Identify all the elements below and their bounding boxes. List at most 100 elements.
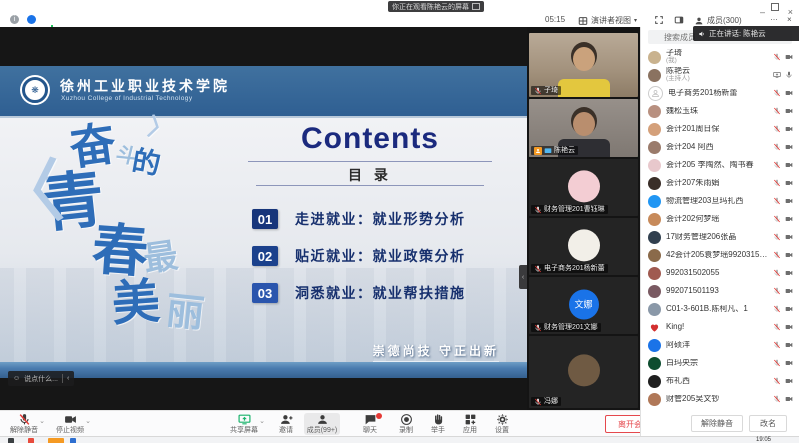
video-tile[interactable]: 陈艳云 (529, 99, 638, 157)
screen-icon[interactable] (773, 71, 781, 79)
member-row[interactable]: 白玛央宗 (641, 354, 799, 372)
member-row[interactable]: 子琦 (我) (641, 48, 799, 66)
members-count-header[interactable]: 成员(300) (694, 15, 742, 26)
windows-taskbar[interactable]: 19:05 (0, 436, 799, 443)
video-tile[interactable]: 文娜财务管理201文娜 (529, 277, 638, 334)
toolbar-item[interactable]: 共享屏幕 ⌄ (226, 413, 262, 435)
unpin-icon[interactable] (472, 3, 480, 10)
mic-off-icon[interactable] (773, 233, 781, 241)
mic-off-icon[interactable] (773, 125, 781, 133)
panel-more-button[interactable]: … (770, 13, 778, 22)
cam-icon[interactable] (785, 125, 793, 133)
member-row[interactable]: 电子商务201杨新蕾 (641, 84, 799, 102)
toolbar-item[interactable]: 举手 (420, 413, 456, 435)
cam-icon[interactable] (785, 251, 793, 259)
mic-off-icon[interactable] (773, 251, 781, 259)
fullscreen-icon[interactable] (654, 15, 664, 25)
member-row[interactable]: 魏松玉珠 (641, 102, 799, 120)
mic-off-icon[interactable] (773, 197, 781, 205)
video-tile[interactable]: 子琦 (529, 33, 638, 97)
cam-icon[interactable] (785, 269, 793, 277)
video-tile[interactable]: 冯娜 (529, 336, 638, 408)
mic-off-icon[interactable] (773, 89, 781, 97)
cam-icon[interactable] (785, 341, 793, 349)
cam-icon[interactable] (785, 305, 793, 313)
cam-icon[interactable] (785, 161, 793, 169)
mic-off-icon[interactable] (773, 143, 781, 151)
panel-close-button[interactable]: × (787, 15, 792, 24)
mic-icon[interactable] (785, 71, 793, 79)
mic-off-icon[interactable] (773, 215, 781, 223)
mic-off-icon[interactable] (773, 359, 781, 367)
toolbar-item[interactable]: 成员(99+) (304, 413, 340, 435)
quick-chat-pill[interactable]: ☺ 说点什么... ‹ (8, 371, 74, 386)
cam-icon[interactable] (785, 359, 793, 367)
chevron-up-icon[interactable]: ⌄ (85, 417, 91, 425)
mic-off-icon[interactable] (773, 341, 781, 349)
cam-icon[interactable] (785, 53, 793, 61)
cam-icon[interactable] (785, 233, 793, 241)
emoji-icon[interactable]: ☺ (13, 375, 20, 382)
member-row[interactable]: King! (641, 318, 799, 336)
cam-icon[interactable] (785, 179, 793, 187)
toolbar-item[interactable]: 邀请 (268, 413, 304, 435)
video-tile[interactable]: 电子商务201杨新蕾 (529, 218, 638, 275)
view-mode-selector[interactable]: 演讲者视图 ▾ (578, 15, 637, 26)
member-row[interactable]: 992031502055 (641, 264, 799, 282)
video-tile[interactable]: 财务管理201曹钰琳 (529, 159, 638, 216)
member-row[interactable]: 陈艳云 (主持人) (641, 66, 799, 84)
cam-icon[interactable] (785, 287, 793, 295)
member-row[interactable]: C01-3-601B.陈柯凡、1 (641, 300, 799, 318)
mic-off-icon[interactable] (773, 377, 781, 385)
panel-unmute-button[interactable]: 解除静音 (691, 415, 743, 432)
member-row[interactable]: 会计205 李陶然、陶书春 (641, 156, 799, 174)
cam-icon[interactable] (785, 395, 793, 403)
mic-off-icon[interactable] (773, 323, 781, 331)
chevron-up-icon[interactable]: ⌄ (259, 417, 265, 425)
side-panel-icon[interactable] (674, 15, 684, 25)
taskbar-app-icon[interactable] (70, 438, 76, 443)
maximize-button[interactable] (771, 3, 779, 11)
strip-collapse-handle[interactable]: ‹ (519, 265, 527, 289)
cam-icon[interactable] (785, 323, 793, 331)
meeting-protect-icon[interactable] (27, 15, 36, 24)
member-row[interactable]: 992071501193 (641, 282, 799, 300)
member-row[interactable]: 42会计205袁梦瑶992031508186 (641, 246, 799, 264)
toolbar-item[interactable]: 聊天 (352, 413, 388, 435)
mic-off-icon[interactable] (773, 305, 781, 313)
member-row[interactable]: 阿硕洋 (641, 336, 799, 354)
mic-off-icon[interactable] (773, 179, 781, 187)
member-row[interactable]: 会计202何梦瑶 (641, 210, 799, 228)
member-row[interactable]: 财管205吴文钞 (641, 390, 799, 408)
toolbar-item[interactable]: 解除静音 ⌄ (6, 413, 42, 435)
toolbar-item[interactable]: 应用 (452, 413, 488, 435)
member-row[interactable]: 会计204 阿西 (641, 138, 799, 156)
mic-off-icon[interactable] (773, 53, 781, 61)
member-row[interactable]: 会计207朱雨娟 (641, 174, 799, 192)
member-row[interactable]: 17财务管理206张晶 (641, 228, 799, 246)
mic-off-icon[interactable] (773, 161, 781, 169)
toolbar-item[interactable]: 录制 (388, 413, 424, 435)
member-list[interactable]: 子琦 (我) 陈艳云 (主持人) 电子商务201杨新蕾 魏松玉珠 会计201周日… (641, 48, 799, 413)
quick-chat-placeholder[interactable]: 说点什么... (24, 374, 58, 384)
member-row[interactable]: 布礼西 (641, 372, 799, 390)
mic-off-icon[interactable] (773, 287, 781, 295)
taskbar-app-icon[interactable] (28, 438, 34, 443)
taskbar-app-icon[interactable] (8, 438, 14, 443)
member-row[interactable]: 物流管理203旦玛扎西 (641, 192, 799, 210)
member-row[interactable]: 会计201周日保 (641, 120, 799, 138)
toolbar-item[interactable]: 停止视频 ⌄ (52, 413, 88, 435)
cam-icon[interactable] (785, 215, 793, 223)
mic-off-icon[interactable] (773, 107, 781, 115)
cam-icon[interactable] (785, 107, 793, 115)
taskbar-app-icon[interactable] (48, 438, 64, 443)
toolbar-item[interactable]: 设置 (484, 413, 520, 435)
cam-icon[interactable] (785, 143, 793, 151)
meeting-info-icon[interactable]: i (10, 15, 19, 24)
mic-off-icon[interactable] (773, 395, 781, 403)
mic-off-icon[interactable] (773, 269, 781, 277)
panel-rename-button[interactable]: 改名 (749, 415, 787, 432)
chevron-up-icon[interactable]: ⌄ (39, 417, 45, 425)
cam-icon[interactable] (785, 89, 793, 97)
collapse-pill-icon[interactable]: ‹ (67, 375, 69, 382)
